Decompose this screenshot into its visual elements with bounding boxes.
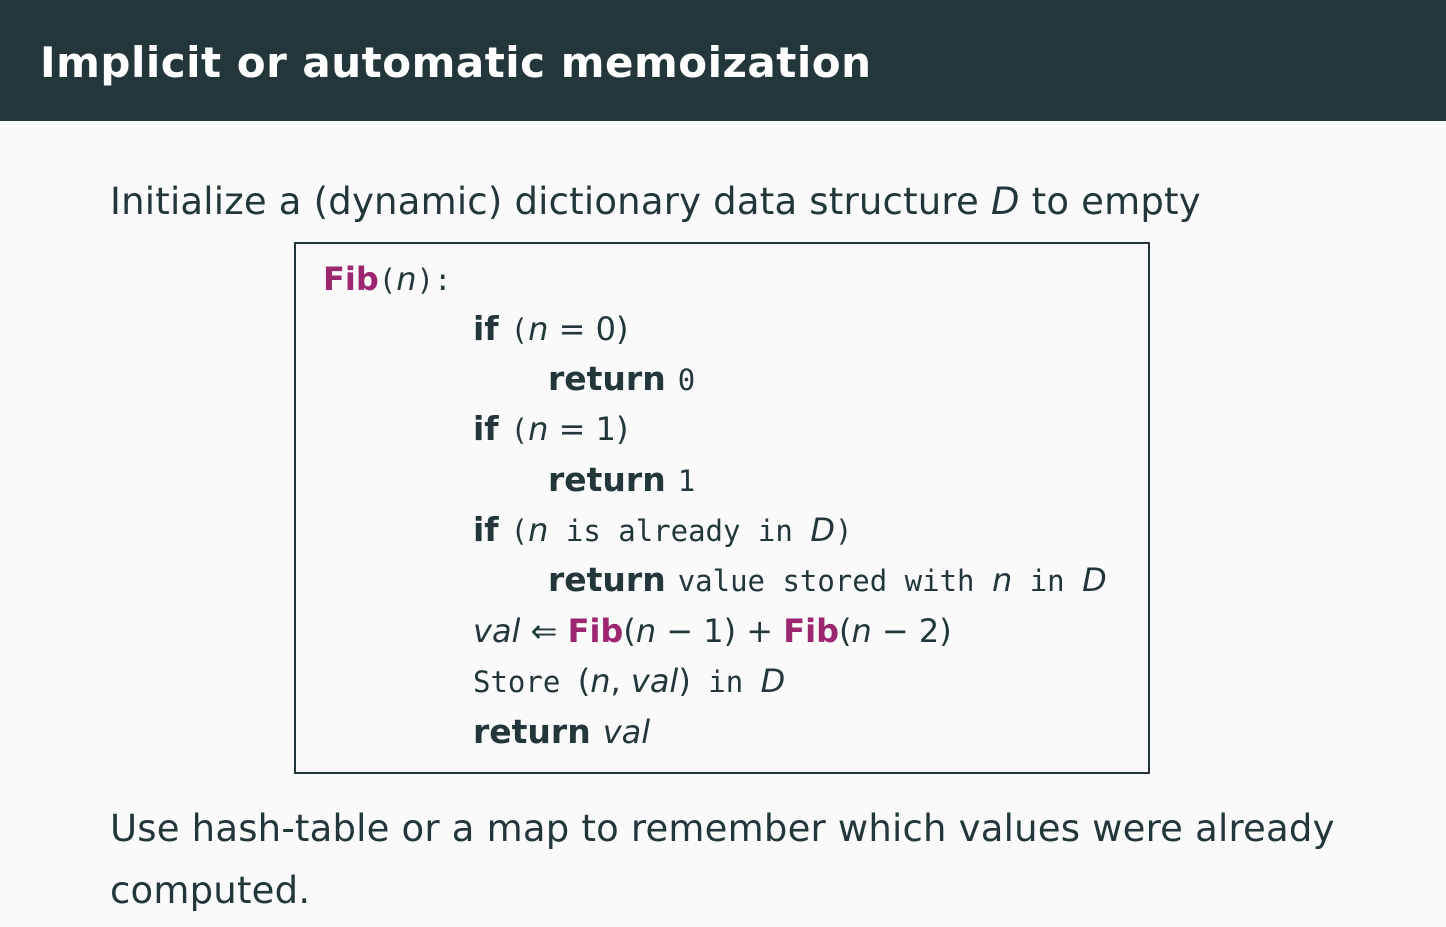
code-line-if-zero: if (n = 0)	[473, 306, 628, 352]
keyword-return: return	[548, 460, 666, 499]
variable-n: n	[528, 511, 549, 549]
keyword-if: if	[473, 309, 499, 348]
paren-open: (	[510, 413, 529, 447]
variable-d: D	[1082, 561, 1107, 599]
keyword-return: return	[548, 560, 666, 599]
store-in: in	[690, 665, 761, 699]
intro-text: Initialize a (dynamic) dictionary data s…	[110, 176, 1201, 228]
code-line-if-one: if (n = 1)	[473, 406, 628, 452]
variable-val: val	[602, 713, 651, 751]
code-line-recurrence: val ⇐ Fib(n − 1) + Fib(n − 2)	[473, 608, 952, 654]
paren-close: )	[678, 662, 691, 700]
pseudocode-box: Fib(n): if (n = 0) return 0 if (n = 1) retu…	[294, 242, 1150, 774]
keyword-if: if	[473, 409, 499, 448]
variable-n: n	[635, 612, 657, 650]
keyword-if: if	[473, 510, 499, 549]
code-line-return-one: return 1	[548, 457, 695, 503]
return-text: value stored with	[677, 564, 992, 598]
condition-text: is already in	[548, 514, 811, 548]
variable-d: D	[810, 511, 835, 549]
args-rest: − 2)	[871, 612, 952, 650]
slide-header: Implicit or automatic memoization	[0, 0, 1446, 121]
comma: ,	[610, 662, 631, 700]
plus-sign: +	[736, 612, 784, 650]
variable-n: n	[851, 612, 872, 650]
args-open: (	[623, 612, 636, 650]
variable-n: n	[528, 310, 549, 348]
signature-close: ):	[416, 263, 452, 297]
return-in: in	[1012, 564, 1083, 598]
store-text: Store	[473, 665, 578, 699]
function-name: Fib	[323, 260, 379, 298]
signature-open-paren: (	[378, 263, 397, 297]
intro-suffix: to empty	[1019, 180, 1201, 223]
outro-text: Use hash-table or a map to remember whic…	[110, 807, 1335, 912]
paren-open: (	[510, 514, 529, 548]
args-open: (	[838, 612, 852, 650]
slide-title: Implicit or automatic memoization	[40, 38, 872, 87]
return-value: 0	[677, 363, 696, 397]
paren-open: (	[510, 313, 529, 347]
assign-arrow: ⇐	[520, 612, 568, 650]
variable-val: val	[473, 612, 521, 650]
variable-val: val	[630, 662, 679, 700]
function-call-fib: Fib	[567, 612, 624, 650]
code-line-return-stored: return value stored with n in D	[548, 557, 1107, 603]
intro-prefix: Initialize a (dynamic) dictionary data s…	[110, 180, 991, 223]
variable-n: n	[590, 662, 611, 700]
variable-n: n	[991, 561, 1013, 599]
code-line-if-in-dict: if (n is already in D)	[473, 507, 852, 553]
signature-param: n	[396, 260, 417, 298]
condition-rest: = 0)	[548, 310, 629, 348]
args-rest: − 1)	[656, 612, 737, 650]
keyword-return: return	[473, 712, 591, 751]
condition-rest: = 1)	[548, 410, 629, 448]
paren-close: )	[834, 514, 853, 548]
intro-variable: D	[990, 180, 1020, 223]
code-line-return-zero: return 0	[548, 356, 695, 402]
function-call-fib: Fib	[783, 612, 839, 650]
return-value: 1	[677, 464, 696, 498]
variable-n: n	[528, 410, 549, 448]
function-signature: Fib(n):	[323, 256, 451, 302]
paren-open: (	[577, 662, 591, 700]
keyword-return: return	[548, 359, 666, 398]
code-line-return-val: return val	[473, 709, 650, 755]
variable-d: D	[760, 662, 786, 700]
code-line-store: Store (n, val) in D	[473, 658, 785, 704]
